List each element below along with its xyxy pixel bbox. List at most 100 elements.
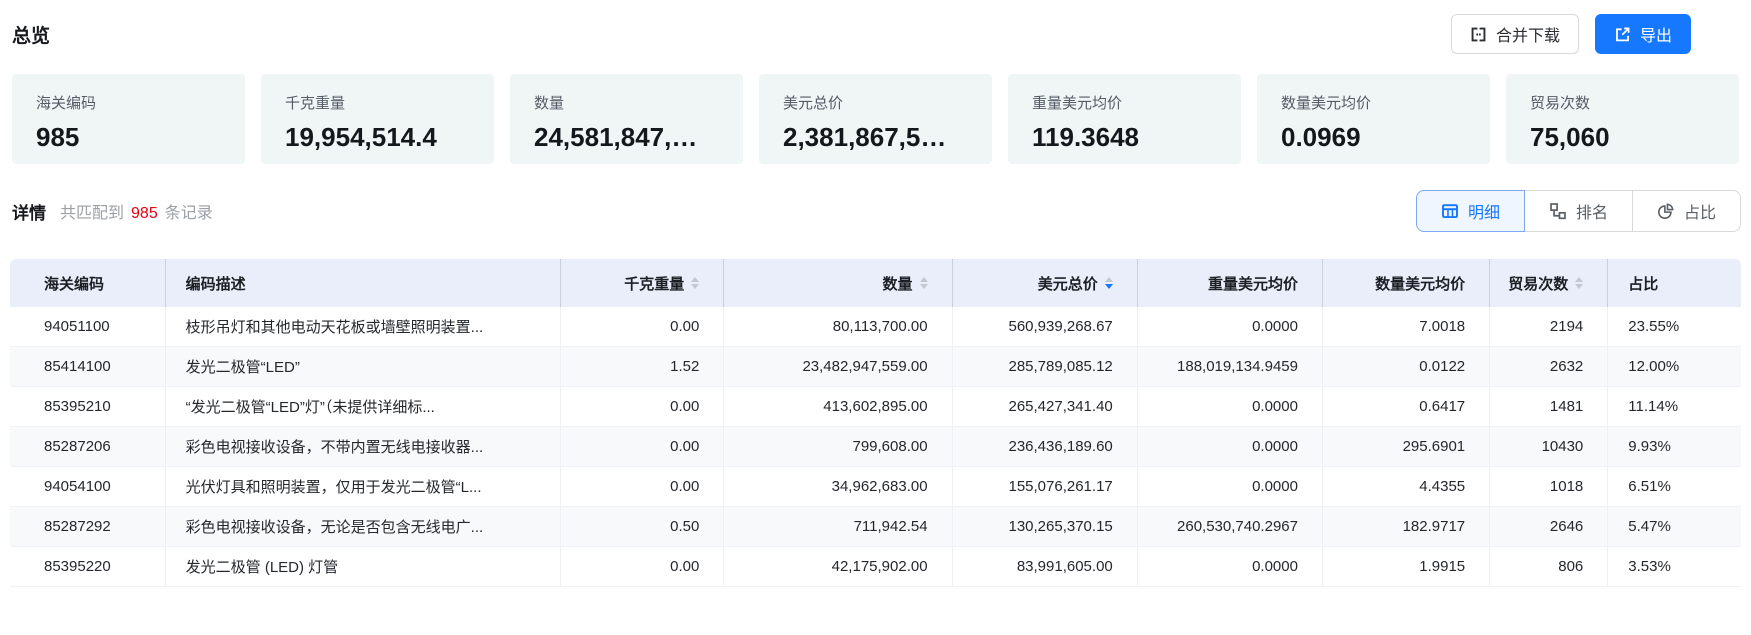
table-row: 94054100光伏灯具和照明装置，仅用于发光二极管“L...0.0034,96… <box>10 467 1741 507</box>
column-header-usd-avg-by-qty: 数量美元均价 <box>1322 259 1489 307</box>
record-count-suffix: 条记录 <box>165 205 213 222</box>
table-cell: 光伏灯具和照明装置，仅用于发光二极管“L... <box>165 467 560 507</box>
table-cell: 0.00 <box>561 307 724 347</box>
table-row: 85287292彩色电视接收设备，无论是否包含无线电广...0.50711,94… <box>10 507 1741 547</box>
tab-label: 排名 <box>1576 199 1608 223</box>
table-cell: 0.6417 <box>1322 387 1489 427</box>
details-table: 海关编码编码描述千克重量数量美元总价重量美元均价数量美元均价贸易次数占比9405… <box>10 259 1741 587</box>
column-header-label: 数量美元均价 <box>1375 273 1465 294</box>
column-header-description: 编码描述 <box>165 259 560 307</box>
stat-label: 数量 <box>534 92 727 113</box>
table-cell: 711,942.54 <box>724 507 952 547</box>
stat-card: 数量美元均价 0.0969 <box>1257 74 1490 164</box>
table-cell: 182.9717 <box>1322 507 1489 547</box>
sort-down-icon[interactable] <box>1575 284 1583 289</box>
stat-label: 美元总价 <box>783 92 976 113</box>
column-header-label: 千克重量 <box>624 273 684 294</box>
column-header-label: 海关编码 <box>44 273 104 294</box>
column-header-quantity[interactable]: 数量 <box>724 259 952 307</box>
column-header-customs-code: 海关编码 <box>10 259 165 307</box>
sort-down-icon[interactable] <box>1105 284 1113 289</box>
table-cell: 4.4355 <box>1322 467 1489 507</box>
table-cell: 85395210 <box>10 387 165 427</box>
tab-proportion[interactable]: 占比 <box>1632 190 1741 232</box>
sorter[interactable] <box>691 277 699 289</box>
column-header-label: 编码描述 <box>186 273 246 294</box>
top-bar: 总览 合并下载 导出 <box>0 0 1751 54</box>
column-header-trade-count[interactable]: 贸易次数 <box>1490 259 1608 307</box>
table-cell: 94054100 <box>10 467 165 507</box>
table-cell: 1.52 <box>561 347 724 387</box>
sort-up-icon[interactable] <box>1575 277 1583 282</box>
stat-value: 75,060 <box>1530 122 1723 153</box>
stat-label: 重量美元均价 <box>1032 92 1225 113</box>
table-cell: 295.6901 <box>1322 427 1489 467</box>
export-label: 导出 <box>1640 22 1672 46</box>
stat-value: 0.0969 <box>1281 122 1474 153</box>
column-header-usd-total[interactable]: 美元总价 <box>952 259 1137 307</box>
table-cell: 0.00 <box>561 427 724 467</box>
table-cell: 发光二极管 (LED) 灯管 <box>165 547 560 587</box>
table-cell: 2646 <box>1490 507 1608 547</box>
table-row: 85287206彩色电视接收设备，不带内置无线电接收器...0.00799,60… <box>10 427 1741 467</box>
sorter[interactable] <box>1575 277 1583 289</box>
stat-label: 数量美元均价 <box>1281 92 1474 113</box>
stat-value: 19,954,514.4 <box>285 122 478 153</box>
stat-value: 2,381,867,5… <box>783 122 976 153</box>
table-cell: 11.14% <box>1608 387 1741 427</box>
table-cell: 560,939,268.67 <box>952 307 1137 347</box>
table-cell: “发光二极管“LED”灯”（未提供详细标... <box>165 387 560 427</box>
table-cell: 3.53% <box>1608 547 1741 587</box>
table-cell: 236,436,189.60 <box>952 427 1137 467</box>
sort-up-icon[interactable] <box>1105 277 1113 282</box>
table-cell: 0.0122 <box>1322 347 1489 387</box>
overview-stats: 海关编码985千克重量19,954,514.4数量24,581,847,…美元总… <box>12 74 1739 164</box>
tab-detail[interactable]: 明细 <box>1416 190 1525 232</box>
column-header-label: 美元总价 <box>1038 273 1098 294</box>
stat-card: 重量美元均价 119.3648 <box>1008 74 1241 164</box>
sorter[interactable] <box>920 277 928 289</box>
stat-card: 海关编码985 <box>12 74 245 164</box>
table-cell: 6.51% <box>1608 467 1741 507</box>
stat-value: 119.3648 <box>1032 122 1225 153</box>
sort-down-icon[interactable] <box>691 284 699 289</box>
stat-label: 海关编码 <box>36 92 229 113</box>
column-header-label: 重量美元均价 <box>1208 273 1298 294</box>
sort-down-icon[interactable] <box>920 284 928 289</box>
table-row: 85395220发光二极管 (LED) 灯管0.0042,175,902.008… <box>10 547 1741 587</box>
table-row: 85414100发光二极管“LED”1.5223,482,947,559.002… <box>10 347 1741 387</box>
topbar-actions: 合并下载 导出 <box>1451 14 1691 54</box>
table-cell: 彩色电视接收设备，不带内置无线电接收器... <box>165 427 560 467</box>
record-count-number: 985 <box>131 205 158 222</box>
table-cell: 80,113,700.00 <box>724 307 952 347</box>
table-icon <box>1441 202 1459 220</box>
table-cell: 0.0000 <box>1137 467 1322 507</box>
export-button[interactable]: 导出 <box>1595 14 1691 54</box>
table-row: 85395210“发光二极管“LED”灯”（未提供详细标...0.00413,6… <box>10 387 1741 427</box>
table-cell: 0.50 <box>561 507 724 547</box>
page: 总览 合并下载 导出 海关编码985千克重量19,95 <box>0 0 1751 635</box>
table-cell: 0.0000 <box>1137 307 1322 347</box>
table-cell: 188,019,134.9459 <box>1137 347 1322 387</box>
table-cell: 85287292 <box>10 507 165 547</box>
column-header-kg-weight[interactable]: 千克重量 <box>561 259 724 307</box>
merge-icon <box>1470 26 1487 43</box>
stat-card: 数量24,581,847,… <box>510 74 743 164</box>
table-cell: 1481 <box>1490 387 1608 427</box>
sort-up-icon[interactable] <box>920 277 928 282</box>
table-cell: 0.0000 <box>1137 427 1322 467</box>
table-cell: 1.9915 <box>1322 547 1489 587</box>
table-cell: 0.00 <box>561 467 724 507</box>
table-cell: 2194 <box>1490 307 1608 347</box>
merge-download-button[interactable]: 合并下载 <box>1451 14 1579 54</box>
sort-up-icon[interactable] <box>691 277 699 282</box>
table-header-row: 海关编码编码描述千克重量数量美元总价重量美元均价数量美元均价贸易次数占比 <box>10 259 1741 307</box>
table-row: 94051100枝形吊灯和其他电动天花板或墙壁照明装置...0.0080,113… <box>10 307 1741 347</box>
details-bar: 详情 共匹配到985条记录 明细排名占比 <box>12 190 1741 232</box>
table-cell: 806 <box>1490 547 1608 587</box>
table-cell: 枝形吊灯和其他电动天花板或墙壁照明装置... <box>165 307 560 347</box>
tab-ranking[interactable]: 排名 <box>1524 190 1633 232</box>
sorter[interactable] <box>1105 277 1113 289</box>
table-cell: 260,530,740.2967 <box>1137 507 1322 547</box>
table-cell: 2632 <box>1490 347 1608 387</box>
